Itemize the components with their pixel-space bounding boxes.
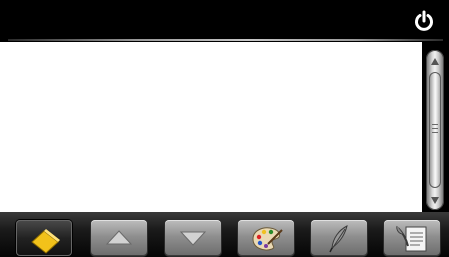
eraser-button[interactable] (16, 220, 72, 256)
scroll-down-arrow[interactable] (426, 192, 444, 206)
scroll-up-arrow[interactable] (426, 54, 444, 68)
power-icon (415, 10, 433, 31)
arrow-up-icon (431, 58, 439, 65)
app-window (0, 0, 449, 257)
triangle-down-icon (179, 231, 207, 246)
top-bar (0, 0, 449, 42)
palette-icon (252, 227, 283, 251)
arrow-down-icon (431, 197, 439, 204)
vertical-scrollbar[interactable] (426, 50, 444, 210)
page-up-button[interactable] (91, 220, 147, 256)
notepad-icon (396, 225, 427, 252)
pen-button[interactable] (311, 220, 367, 256)
feather-pen-icon (329, 225, 348, 253)
page-down-button[interactable] (165, 220, 221, 256)
thumb-grip-line (432, 132, 438, 133)
thumb-grip-line (432, 124, 438, 125)
top-bar-divider (8, 39, 443, 41)
eraser-icon (31, 229, 60, 254)
scroll-thumb[interactable] (429, 72, 441, 188)
notes-button[interactable] (384, 220, 440, 256)
thumb-grip-line (432, 128, 438, 129)
power-button[interactable] (413, 10, 435, 32)
text-canvas[interactable] (0, 42, 422, 212)
color-palette-button[interactable] (238, 220, 294, 256)
triangle-up-icon (105, 230, 133, 245)
